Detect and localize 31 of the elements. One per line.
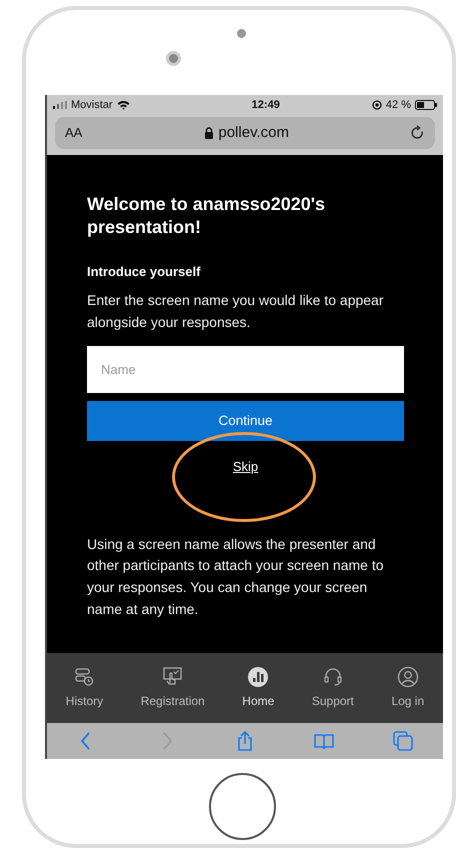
address-bar[interactable]: AA pollev.com	[55, 117, 435, 149]
speaker	[237, 29, 246, 38]
battery-icon	[415, 100, 437, 110]
tab-bar-item[interactable]: History	[66, 666, 104, 710]
page-title: Welcome to anamsso2020's presentation!	[87, 193, 326, 240]
clock-time: 12:49	[252, 98, 280, 113]
tab-bar-item[interactable]: Log in	[391, 666, 424, 710]
user-icon	[396, 666, 419, 688]
bar-chart-icon	[247, 666, 270, 688]
reload-icon[interactable]	[411, 125, 425, 141]
lock-icon	[204, 127, 214, 139]
history-icon	[73, 666, 96, 688]
rotation-lock-icon	[372, 100, 382, 110]
skip-link[interactable]: Skip	[232, 456, 258, 476]
name-field[interactable]: Name	[87, 346, 404, 393]
instructions-text: Enter the screen name you would like to appear alongside your responses.	[87, 291, 385, 332]
continue-button[interactable]: Continue	[87, 400, 404, 441]
text-size-button[interactable]: AA	[65, 123, 82, 143]
url-text: pollev.com	[218, 122, 289, 143]
note-text: Using a screen name allows the presenter and other participants to attach your screen name to your responses. You can change your screen name at any time.	[87, 534, 384, 619]
tab-bar-item[interactable]: Support	[312, 666, 354, 710]
section-heading: Introduce yourself	[87, 262, 202, 281]
tab-bar-item[interactable]: Home	[242, 666, 274, 710]
headset-icon	[322, 666, 344, 688]
camera	[166, 51, 181, 66]
tabs-icon[interactable]	[392, 730, 414, 752]
signal-icon	[53, 101, 67, 109]
wifi-icon	[116, 100, 130, 110]
carrier-name: Movistar	[71, 98, 113, 113]
tab-bar-item[interactable]: Registration	[140, 666, 205, 710]
battery-percent: 42 %	[386, 98, 411, 113]
